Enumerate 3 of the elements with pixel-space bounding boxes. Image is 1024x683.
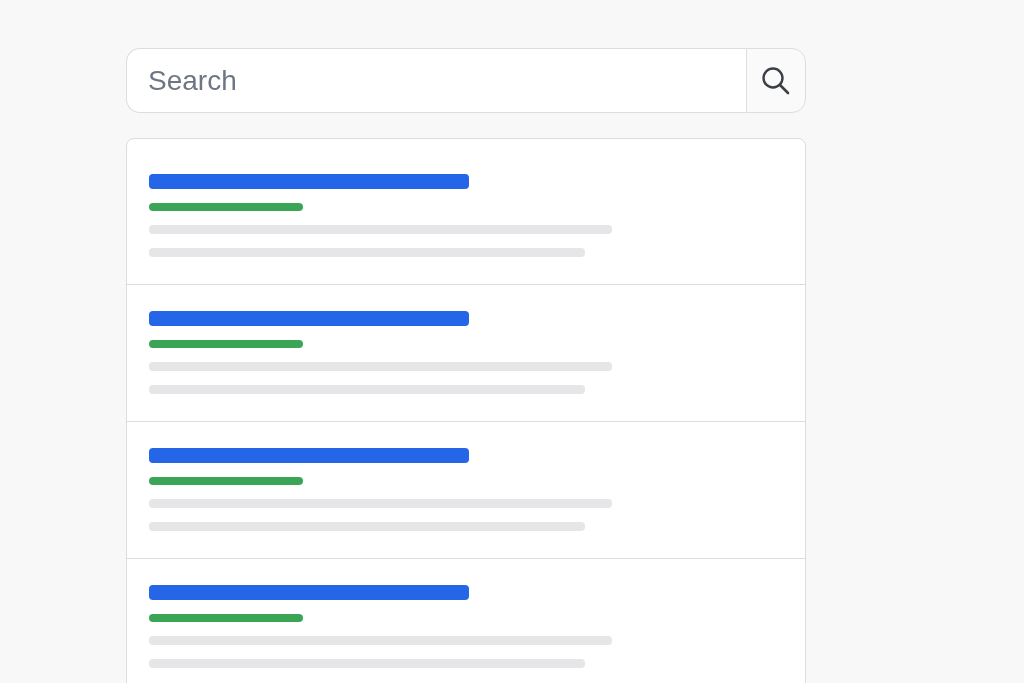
search-button[interactable] bbox=[746, 48, 806, 113]
search-icon bbox=[760, 64, 792, 97]
search-field[interactable]: Search bbox=[126, 48, 746, 113]
